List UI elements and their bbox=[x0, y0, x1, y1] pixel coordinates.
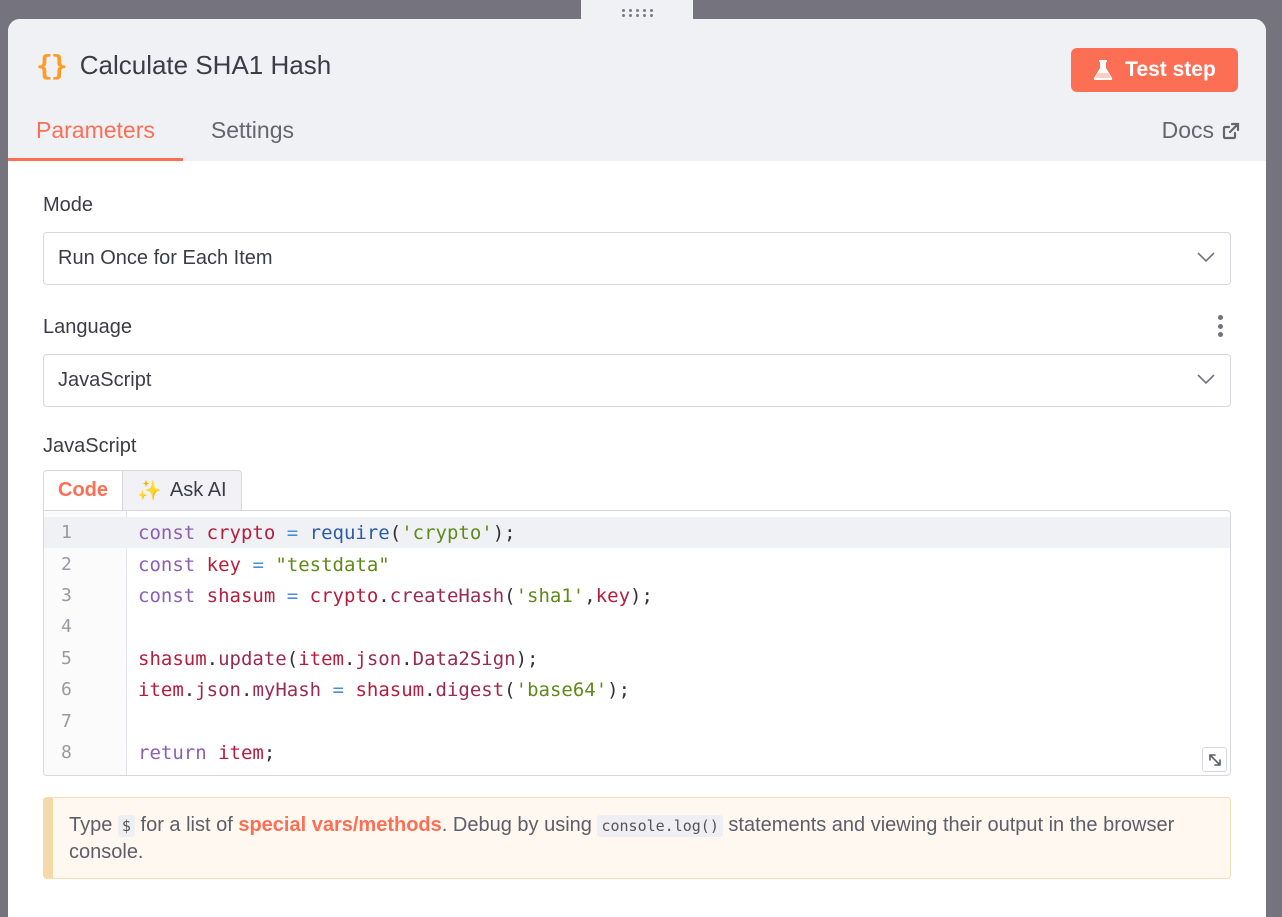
special-vars-link[interactable]: special vars/methods bbox=[238, 814, 441, 836]
sparkles-icon: ✨ bbox=[137, 480, 162, 502]
code-text: const crypto = require('crypto'); bbox=[138, 521, 516, 544]
docs-link[interactable]: Docs bbox=[1162, 117, 1240, 144]
notice-prefix: Type bbox=[69, 814, 113, 836]
language-label: Language bbox=[43, 316, 132, 338]
code-line[interactable]: 4 bbox=[44, 611, 1230, 642]
code-hint-notice: Type $ for a list of special vars/method… bbox=[43, 797, 1231, 879]
line-number: 8 bbox=[61, 742, 72, 763]
mode-value: Run Once for Each Item bbox=[58, 247, 273, 269]
node-title[interactable]: Calculate SHA1 Hash bbox=[80, 50, 331, 81]
line-number: 5 bbox=[61, 648, 72, 669]
line-number: 1 bbox=[61, 522, 72, 543]
code-line[interactable]: 5 shasum.update(item.json.Data2Sign); bbox=[44, 643, 1230, 674]
line-number: 7 bbox=[61, 711, 72, 732]
panel-tabs: Parameters Settings bbox=[8, 114, 322, 161]
chevron-down-icon bbox=[1197, 252, 1215, 263]
code-text: const shasum = crypto.createHash('sha1',… bbox=[138, 584, 653, 607]
code-text: const key = "testdata" bbox=[138, 553, 390, 576]
language-value: JavaScript bbox=[58, 369, 152, 391]
code-line[interactable]: 7 bbox=[44, 706, 1230, 737]
code-braces-icon: {} bbox=[36, 49, 68, 82]
code-editor[interactable]: 1 const crypto = require('crypto'); 2 co… bbox=[43, 510, 1231, 776]
tab-code[interactable]: Code bbox=[43, 470, 123, 510]
docs-label: Docs bbox=[1161, 117, 1214, 143]
language-select[interactable]: JavaScript bbox=[43, 354, 1231, 407]
line-number: 2 bbox=[61, 554, 72, 575]
more-options-icon[interactable] bbox=[1215, 315, 1225, 337]
tab-parameters[interactable]: Parameters bbox=[8, 114, 183, 161]
javascript-label: JavaScript bbox=[43, 435, 137, 457]
tab-ask-ai[interactable]: ✨ Ask AI bbox=[123, 470, 242, 510]
line-number: 4 bbox=[61, 616, 72, 637]
title-row: {} Calculate SHA1 Hash bbox=[36, 49, 331, 82]
notice-mid: for a list of bbox=[140, 814, 233, 836]
tab-settings[interactable]: Settings bbox=[183, 114, 322, 161]
expand-editor-icon[interactable] bbox=[1202, 747, 1227, 772]
line-number: 6 bbox=[61, 679, 72, 700]
ask-ai-label: Ask AI bbox=[169, 479, 227, 501]
code-tabs: Code ✨ Ask AI bbox=[43, 470, 242, 510]
code-line[interactable]: 3 const shasum = crypto.createHash('sha1… bbox=[44, 580, 1230, 611]
node-details-panel: {} Calculate SHA1 Hash Test step Paramet… bbox=[8, 19, 1266, 917]
chevron-down-icon bbox=[1197, 374, 1215, 385]
code-line[interactable]: 6 item.json.myHash = shasum.digest('base… bbox=[44, 674, 1230, 705]
panel-drag-handle[interactable] bbox=[581, 0, 693, 26]
code-text: shasum.update(item.json.Data2Sign); bbox=[138, 647, 539, 670]
code-line[interactable]: 1 const crypto = require('crypto'); bbox=[44, 517, 1230, 548]
console-log-code: console.log() bbox=[597, 815, 723, 837]
notice-mid2: . Debug by using bbox=[441, 814, 592, 836]
drag-dots-icon bbox=[621, 9, 653, 17]
code-line[interactable]: 2 const key = "testdata" bbox=[44, 549, 1230, 580]
code-line[interactable]: 8 return item; bbox=[44, 737, 1230, 768]
test-step-label: Test step bbox=[1125, 58, 1216, 81]
external-link-icon bbox=[1222, 122, 1240, 139]
flask-icon bbox=[1093, 60, 1113, 80]
mode-label: Mode bbox=[43, 194, 94, 216]
dollar-code: $ bbox=[117, 815, 135, 837]
mode-select[interactable]: Run Once for Each Item bbox=[43, 232, 1231, 285]
line-number: 3 bbox=[61, 585, 72, 606]
code-text: item.json.myHash = shasum.digest('base64… bbox=[138, 678, 631, 701]
panel-header: {} Calculate SHA1 Hash Test step Paramet… bbox=[8, 19, 1266, 161]
code-text: return item; bbox=[138, 741, 276, 764]
test-step-button[interactable]: Test step bbox=[1071, 48, 1238, 92]
